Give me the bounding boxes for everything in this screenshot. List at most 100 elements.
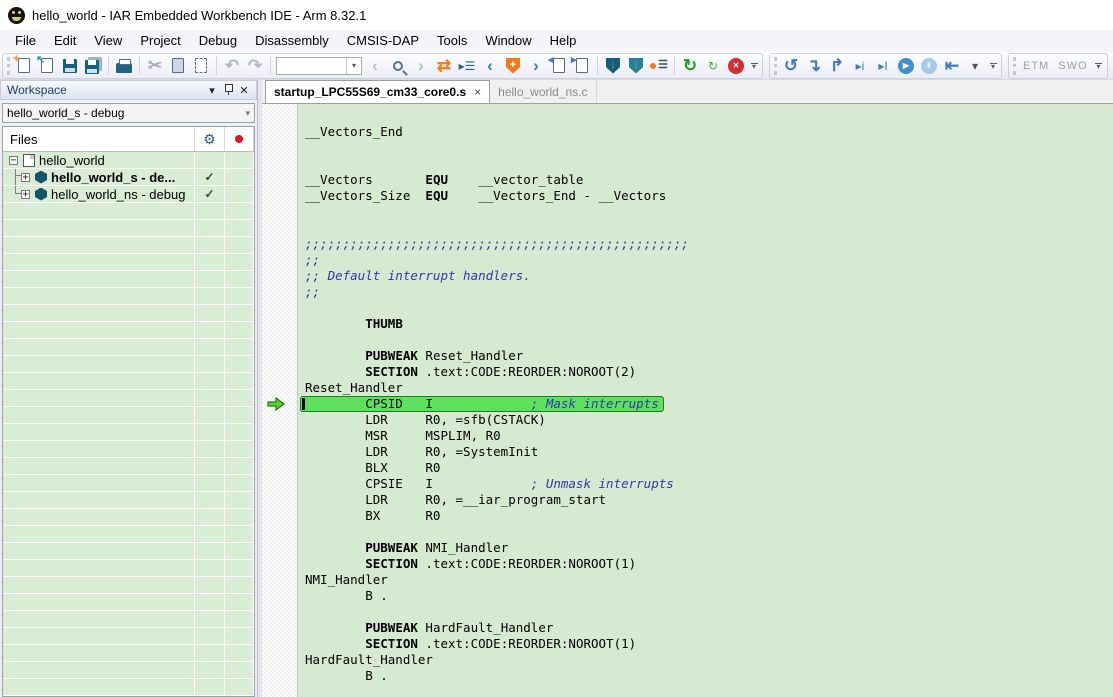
tree-row[interactable]	[3, 560, 254, 577]
editor-gutter[interactable]	[262, 104, 298, 697]
menu-item-file[interactable]: File	[6, 30, 45, 52]
tree-row[interactable]	[3, 611, 254, 628]
navigate-forward-button[interactable]: ▸	[572, 55, 592, 77]
tree-row-label-cell	[3, 492, 195, 508]
tree-row[interactable]	[3, 288, 254, 305]
menu-item-edit[interactable]: Edit	[45, 30, 85, 52]
tree-row[interactable]	[3, 322, 254, 339]
workspace-close-icon[interactable]: ✕	[236, 84, 252, 97]
tree-row[interactable]	[3, 475, 254, 492]
tree-row[interactable]	[3, 356, 254, 373]
tree-row[interactable]	[3, 679, 254, 696]
print-button[interactable]	[114, 55, 134, 77]
tree-row[interactable]	[3, 305, 254, 322]
toolbar-overflow-icon[interactable]: ▾	[1094, 56, 1104, 76]
code-line	[305, 524, 1113, 540]
step-out-button[interactable]: ▸I	[873, 55, 893, 77]
tree-row[interactable]	[3, 492, 254, 509]
debug-without-download-button[interactable]: ↓	[626, 55, 646, 77]
find-previous-button[interactable]: ‹	[365, 55, 385, 77]
compile-button[interactable]: ↻	[703, 55, 723, 77]
tree-row[interactable]	[3, 390, 254, 407]
new-document-button[interactable]: +	[14, 55, 34, 77]
tree-row[interactable]	[3, 203, 254, 220]
toolbar-overflow-icon[interactable]: ▾	[988, 56, 998, 76]
breakpoints-button[interactable]: ☰	[649, 55, 669, 77]
tree-row[interactable]: +hello_world_ns - debug✓	[3, 186, 254, 203]
tree-row[interactable]	[3, 645, 254, 662]
tree-row[interactable]: −hello_world	[3, 152, 254, 169]
files-column-header[interactable]: Files	[3, 127, 195, 151]
step-into-button[interactable]: ▸i	[850, 55, 870, 77]
next-bookmark-button[interactable]: ›	[526, 55, 546, 77]
goto-button[interactable]: ▸☰	[457, 55, 477, 77]
tree-row[interactable]	[3, 441, 254, 458]
previous-bookmark-button[interactable]: ‹	[480, 55, 500, 77]
tree-row[interactable]	[3, 526, 254, 543]
tree-expander[interactable]: −	[9, 156, 18, 165]
build-column-header[interactable]: ⚙	[195, 127, 225, 151]
chevron-down-icon[interactable]: ▾	[346, 58, 361, 74]
menu-item-project[interactable]: Project	[131, 30, 189, 52]
tree-row[interactable]	[3, 543, 254, 560]
tab-hello_world_ns.c[interactable]: hello_world_ns.c	[490, 80, 596, 103]
code-editor[interactable]: __Vectors_End__Vectors EQU __vector_tabl…	[298, 104, 1113, 697]
workspace-pin-icon[interactable]	[220, 83, 236, 98]
code-text	[305, 348, 365, 363]
tree-row[interactable]	[3, 407, 254, 424]
reset-button[interactable]: ↺	[781, 55, 801, 77]
break-button[interactable]: ↴	[804, 55, 824, 77]
tree-row[interactable]	[3, 577, 254, 594]
tree-row[interactable]	[3, 458, 254, 475]
find-next-button[interactable]: ›	[411, 55, 431, 77]
tree-row[interactable]	[3, 424, 254, 441]
tree-row[interactable]	[3, 628, 254, 645]
toggle-bookmark-button[interactable]: +	[503, 55, 523, 77]
menu-item-help[interactable]: Help	[541, 30, 586, 52]
close-tab-icon[interactable]: ×	[474, 85, 481, 99]
tab-startup_LPC55S69_cm33_core0.s[interactable]: startup_LPC55S69_cm33_core0.s×	[265, 80, 490, 103]
stop-build-button[interactable]: ✕	[726, 55, 746, 77]
tree-row[interactable]	[3, 254, 254, 271]
menu-item-view[interactable]: View	[85, 30, 131, 52]
menu-item-window[interactable]: Window	[476, 30, 540, 52]
breakpoint-column-header[interactable]	[225, 127, 254, 151]
configuration-selector[interactable]: hello_world_s - debug ▾	[2, 103, 255, 123]
tree-expander[interactable]: +	[21, 190, 30, 199]
make-button[interactable]: ↻	[680, 55, 700, 77]
go-button[interactable]: ▶	[896, 55, 916, 77]
menu-item-tools[interactable]: Tools	[428, 30, 476, 52]
debug-options-dropdown[interactable]: ▾	[965, 55, 985, 77]
navigate-backward-button[interactable]: ◂	[549, 55, 569, 77]
find-button[interactable]	[388, 55, 408, 77]
tree-expander[interactable]: +	[21, 173, 30, 182]
open-document-button[interactable]: ↖	[37, 55, 57, 77]
execution-arrow-icon	[267, 397, 285, 411]
menu-item-cmsis-dap[interactable]: CMSIS-DAP	[338, 30, 428, 52]
stop-debugging-button[interactable]: ⇤	[942, 55, 962, 77]
tree-row[interactable]: +hello_world_s - de...✓	[3, 169, 254, 186]
workspace-menu-icon[interactable]: ▾	[204, 84, 220, 97]
tree-row[interactable]	[3, 509, 254, 526]
find-combo[interactable]: ▾	[276, 55, 362, 77]
tree-row[interactable]	[3, 220, 254, 237]
tree-row[interactable]	[3, 237, 254, 254]
replace-button[interactable]: ⇄	[434, 55, 454, 77]
menu-item-debug[interactable]: Debug	[190, 30, 246, 52]
save-button[interactable]	[60, 55, 80, 77]
toolbar-overflow-icon[interactable]: ▾	[749, 56, 759, 76]
tree-row[interactable]	[3, 271, 254, 288]
tree-row[interactable]	[3, 373, 254, 390]
step-into-button-icon: ▸i	[856, 60, 865, 72]
project-icon	[35, 188, 47, 201]
code-line: __Vectors EQU __vector_table	[305, 172, 1113, 188]
step-over-button[interactable]: ↱	[827, 55, 847, 77]
tree-row[interactable]	[3, 662, 254, 679]
tree-row[interactable]	[3, 594, 254, 611]
save-all-button[interactable]	[83, 55, 103, 77]
menu-item-disassembly[interactable]: Disassembly	[246, 30, 338, 52]
find-combo-input[interactable]: ▾	[276, 57, 362, 75]
tree-row[interactable]	[3, 339, 254, 356]
download-and-debug-button[interactable]: ↓	[603, 55, 623, 77]
code-keyword: PUBWEAK	[365, 620, 418, 635]
